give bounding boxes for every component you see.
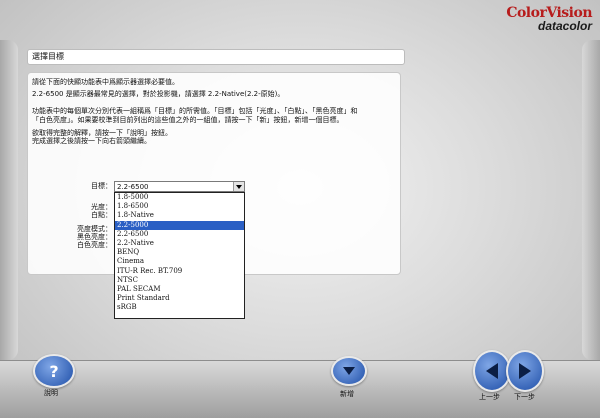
dropdown-option[interactable]: NTSC xyxy=(115,276,244,285)
dropdown-option[interactable]: PAL SECAM xyxy=(115,285,244,294)
dropdown-option[interactable]: ITU-R Rec. BT.709 xyxy=(115,267,244,276)
help-icon[interactable]: ? xyxy=(33,354,75,388)
instruction-2: 2.2-6500 是顯示器最常見的選擇，對於投影機，請選擇 2.2-Native… xyxy=(32,90,285,98)
new-button[interactable] xyxy=(331,356,367,386)
arrow-right-icon[interactable] xyxy=(506,350,544,392)
dropdown-option[interactable]: 2.2-5000 xyxy=(115,220,244,230)
target-dropdown-list[interactable]: 1.8-5000 1.8-6500 1.8-Native 2.2-5000 2.… xyxy=(114,192,245,319)
target-select-value: 2.2-6500 xyxy=(117,183,149,191)
instruction-4b: 完成選擇之後請按一下向右箭頭繼續。 xyxy=(32,137,151,145)
dropdown-option[interactable]: sRGB xyxy=(115,303,244,312)
whitepoint-label: 白點： xyxy=(91,211,112,219)
page-title: 選擇目標 xyxy=(27,49,405,65)
target-select[interactable]: 2.2-6500 xyxy=(114,181,245,192)
new-label: 新增 xyxy=(340,390,354,398)
dropdown-option[interactable]: 1.8-Native xyxy=(115,211,244,220)
dropdown-option[interactable]: Print Standard xyxy=(115,294,244,303)
dropdown-option[interactable]: 1.8-5000 xyxy=(115,193,244,202)
instruction-3a: 功能表中的每個單次分別代表一組稱爲「目標」的所需值。「目標」包括「光度」、「白點… xyxy=(32,107,358,115)
help-label: 說明 xyxy=(44,389,58,397)
target-label: 目標： xyxy=(91,182,112,190)
arrow-down-icon[interactable] xyxy=(331,356,367,386)
right-frame xyxy=(582,40,600,360)
logo-line2: datacolor xyxy=(537,19,592,33)
chevron-down-icon[interactable] xyxy=(233,182,244,191)
dropdown-option[interactable]: BENQ xyxy=(115,248,244,257)
dropdown-option[interactable]: 1.8-6500 xyxy=(115,202,244,211)
instruction-1: 請從下面的快顯功能表中爲顯示器選擇必要值。 xyxy=(32,78,179,86)
help-button[interactable]: ? xyxy=(33,354,75,388)
white-luminance-label: 白色亮度： xyxy=(77,241,112,249)
dropdown-option[interactable]: 2.2-Native xyxy=(115,239,244,248)
left-frame xyxy=(0,40,18,360)
next-button[interactable] xyxy=(506,350,544,392)
dropdown-option[interactable]: 2.2-6500 xyxy=(115,230,244,239)
next-label: 下一步 xyxy=(514,393,535,401)
prev-label: 上一步 xyxy=(479,393,500,401)
instruction-3b: 「白色亮度」。如果要校準到目前列出的這些值之外的一組值，請按一下「新」按鈕，新增… xyxy=(32,116,344,124)
dropdown-option[interactable]: Cinema xyxy=(115,257,244,266)
colorvision-logo: ColorVision datacolor xyxy=(506,5,592,33)
